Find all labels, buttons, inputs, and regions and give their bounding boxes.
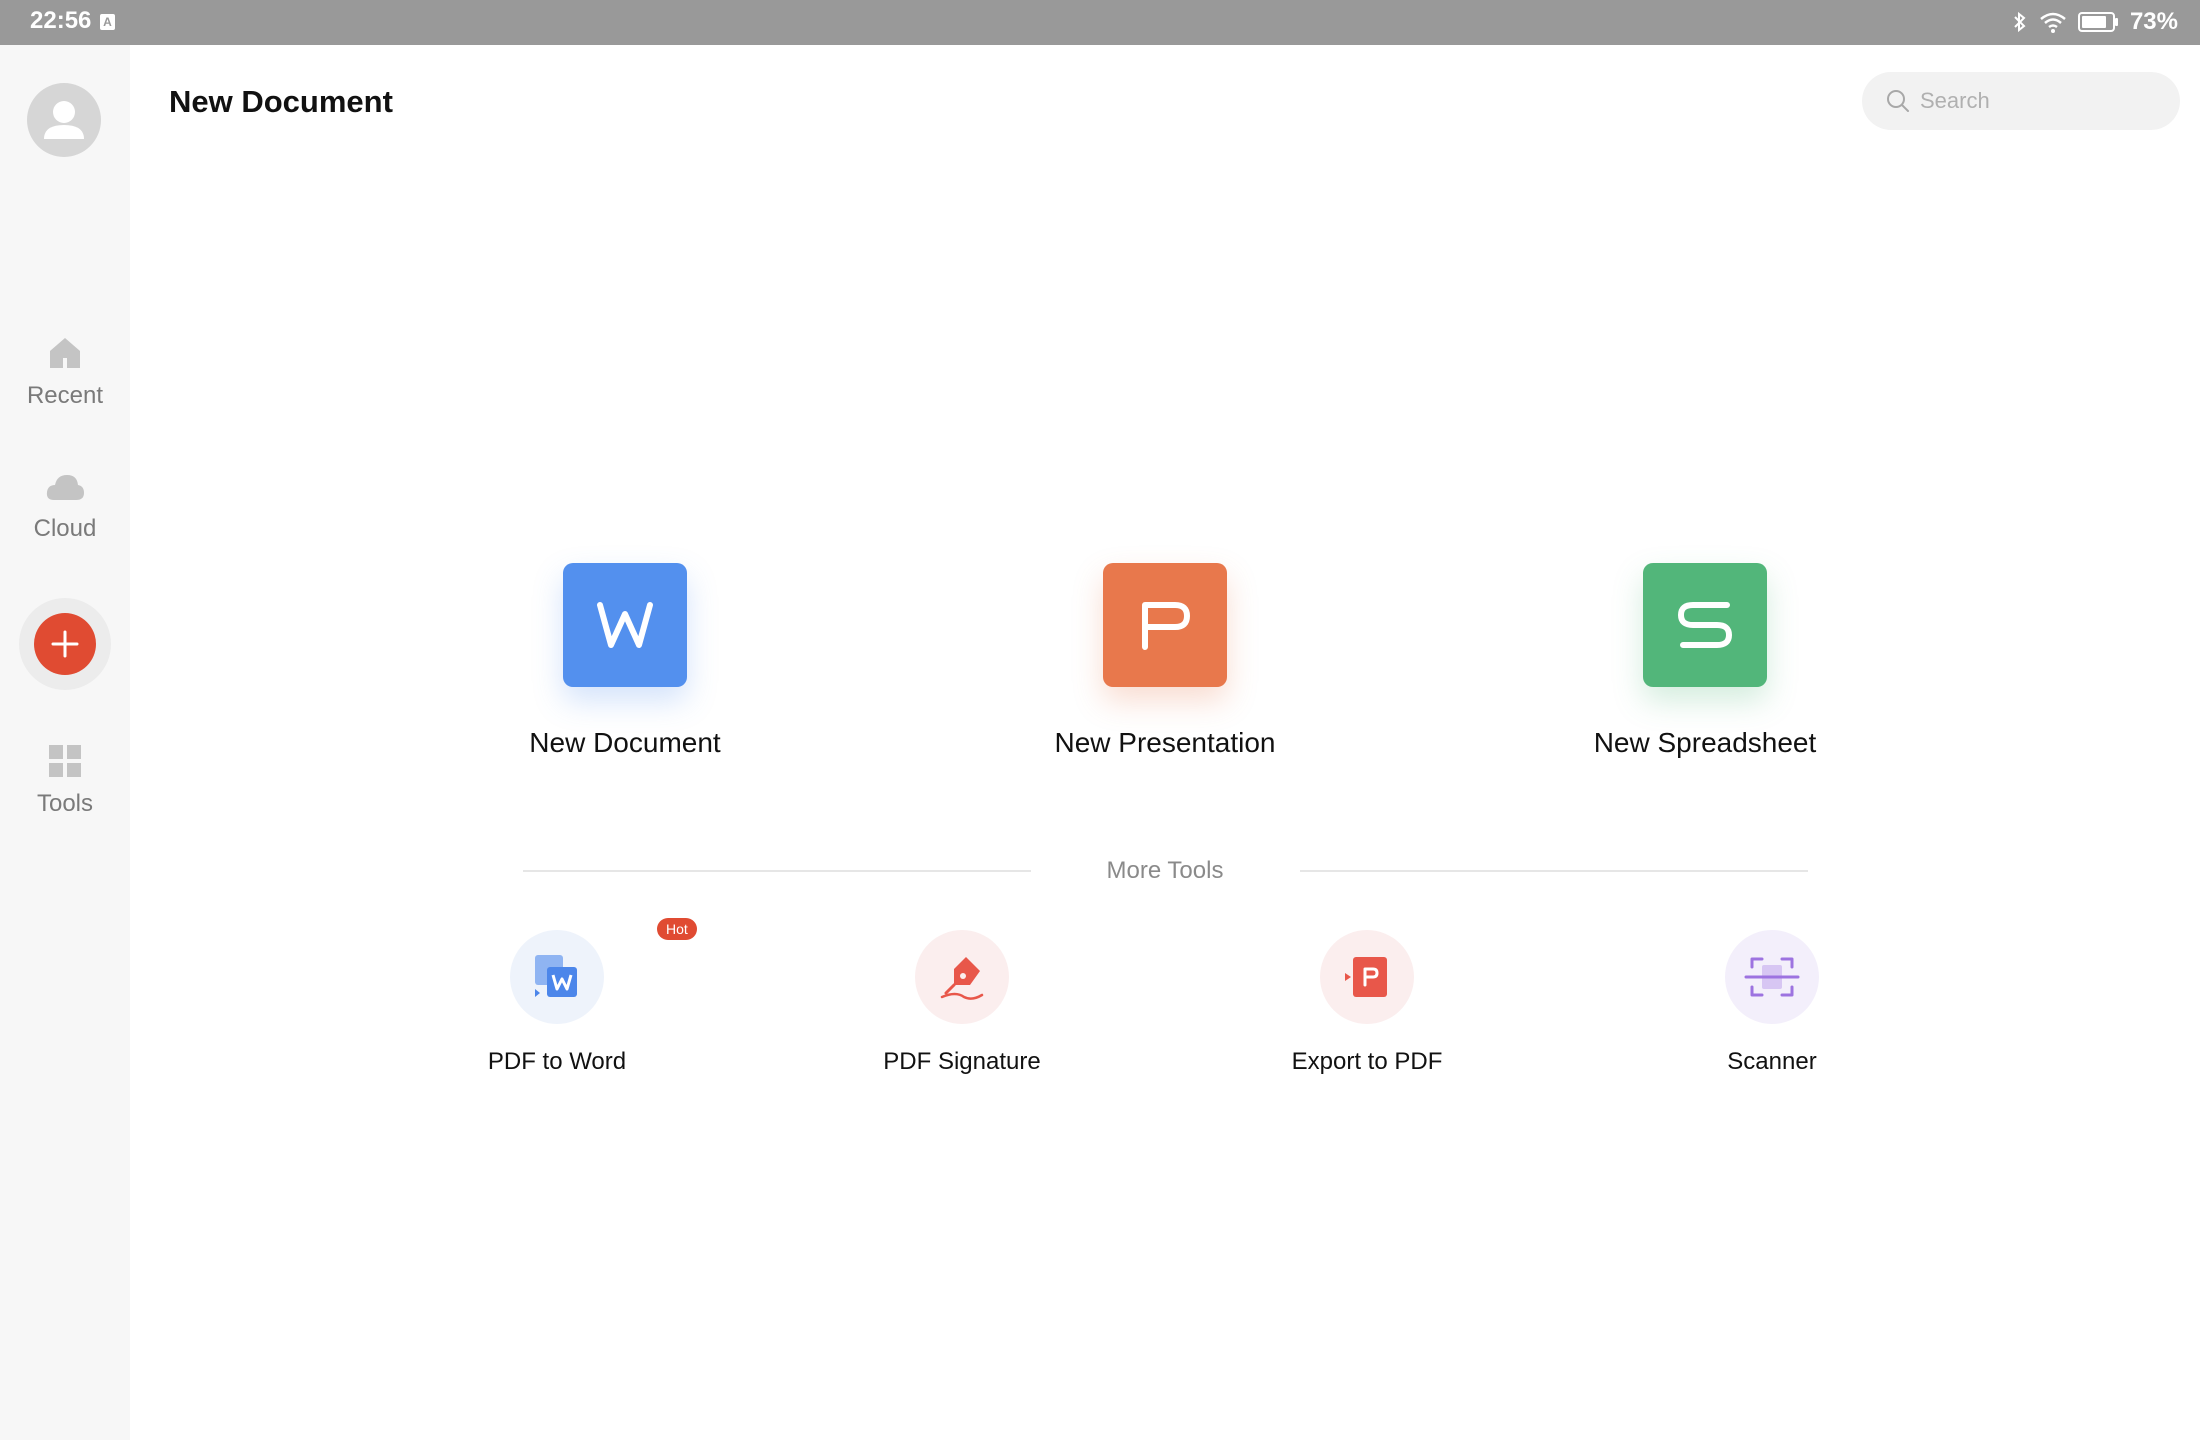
- p-letter-icon: [1142, 602, 1190, 650]
- add-button-ring: [19, 598, 111, 690]
- new-spreadsheet-label: New Spreadsheet: [1593, 727, 1817, 758]
- pdf-signature-label: PDF Signature: [883, 1048, 1041, 1075]
- avatar[interactable]: [27, 83, 101, 157]
- s-letter-icon: [1678, 602, 1732, 648]
- battery-icon: [2077, 12, 2118, 32]
- export-to-pdf-icon-wrap: [1320, 930, 1414, 1024]
- bluetooth-icon: [2014, 11, 2026, 33]
- pdf-to-word-label: PDF to Word: [487, 1048, 627, 1075]
- export-to-pdf-button[interactable]: Export to PDF: [1247, 930, 1487, 1076]
- writer-app-icon: [563, 563, 687, 687]
- grid-icon: [49, 745, 81, 777]
- new-spreadsheet-button[interactable]: New Spreadsheet: [1555, 563, 1855, 759]
- pdf-to-word-icon: [535, 955, 577, 997]
- notification-a-icon: A: [100, 14, 115, 30]
- pdf-signature-icon-wrap: [915, 930, 1009, 1024]
- status-time: 22:56: [30, 7, 92, 34]
- export-to-pdf-label: Export to PDF: [1291, 1048, 1443, 1075]
- page-title: New Document: [169, 84, 393, 119]
- battery-percentage: 73%: [2129, 8, 2178, 35]
- search-input[interactable]: [1920, 88, 2160, 114]
- scanner-icon-wrap: [1725, 930, 1819, 1024]
- new-presentation-button[interactable]: New Presentation: [1015, 563, 1315, 759]
- status-bar: 22:56 A 73%: [0, 0, 2200, 45]
- presentation-app-icon: [1103, 563, 1227, 687]
- pdf-to-word-icon-wrap: Hot: [510, 918, 697, 1024]
- search-bar[interactable]: [1862, 72, 2180, 130]
- sidebar-item-label: Recent: [26, 382, 104, 409]
- home-icon: [50, 338, 80, 368]
- sidebar-item-label: Tools: [36, 790, 94, 817]
- export-pdf-icon: [1345, 957, 1387, 997]
- sidebar-item-cloud[interactable]: Cloud: [0, 470, 130, 543]
- hot-badge: Hot: [657, 918, 697, 940]
- pdf-signature-button[interactable]: PDF Signature: [842, 930, 1082, 1076]
- scanner-label: Scanner: [1727, 1048, 1817, 1075]
- new-document-label: New Document: [529, 727, 721, 758]
- sidebar-item-tools[interactable]: Tools: [0, 743, 130, 818]
- divider: [1300, 870, 1808, 872]
- spreadsheet-app-icon: [1643, 563, 1767, 687]
- new-document-button[interactable]: New Document: [475, 563, 775, 759]
- user-icon: [44, 101, 84, 139]
- status-icons: 73%: [2012, 8, 2178, 36]
- pen-nib-icon: [940, 957, 984, 1000]
- divider: [523, 870, 1031, 872]
- new-presentation-label: New Presentation: [1054, 727, 1276, 758]
- scanner-icon: [1744, 957, 1800, 997]
- scanner-button[interactable]: Scanner: [1652, 930, 1892, 1076]
- sidebar-item-recent[interactable]: Recent: [0, 335, 130, 410]
- w-letter-icon: [597, 602, 653, 648]
- add-button[interactable]: [34, 613, 96, 675]
- cloud-icon: [46, 475, 84, 500]
- plus-icon: [51, 630, 79, 658]
- sidebar: Recent Cloud Tools: [0, 45, 130, 1440]
- search-icon: [1887, 90, 1909, 112]
- wifi-icon: [2040, 12, 2066, 33]
- more-tools-heading: More Tools: [1106, 857, 1224, 884]
- pdf-to-word-button[interactable]: Hot PDF to Word: [437, 918, 697, 1076]
- sidebar-item-label: Cloud: [33, 515, 97, 542]
